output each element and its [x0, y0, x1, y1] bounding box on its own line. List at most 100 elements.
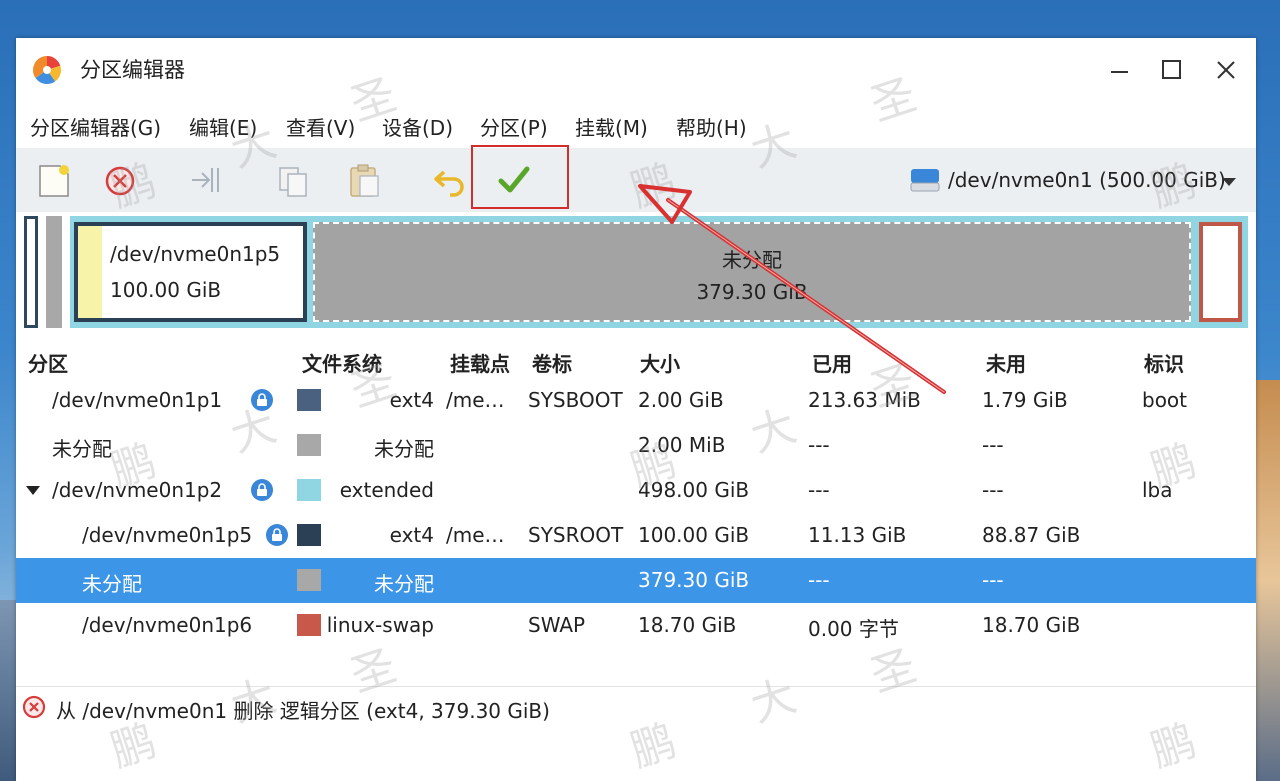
disk-map: /dev/nvme0n1p5 100.00 GiB 未分配 379.30 GiB [16, 212, 1256, 338]
unused: 88.87 GiB [982, 523, 1081, 547]
toolbar: /dev/nvme0n1 (500.00 GiB) [16, 148, 1256, 212]
delete-operation-icon [22, 695, 46, 723]
table-row[interactable]: 未分配 未分配 2.00 MiB --- --- [16, 423, 1256, 468]
unused: 18.70 GiB [982, 613, 1081, 637]
partition-name: 未分配 [52, 437, 112, 461]
filesystem: 未分配 [374, 437, 434, 461]
undo-icon [434, 170, 464, 197]
column-header-used[interactable]: 已用 [812, 348, 852, 377]
used: 213.63 MiB [808, 388, 921, 412]
maximize-button[interactable] [1158, 56, 1186, 84]
partition-table: 分区 文件系统 挂载点 卷标 大小 已用 未用 标识 /dev/nvme0n1p… [16, 338, 1256, 678]
partition-name: 未分配 [82, 572, 142, 596]
table-row[interactable]: /dev/nvme0n1p2 extended 498.00 GiB --- -… [16, 468, 1256, 513]
close-button[interactable] [1212, 56, 1240, 84]
menu-gparted[interactable]: 分区编辑器(G) [30, 112, 161, 141]
apply-highlight-box [471, 145, 569, 209]
filesystem-color-swatch [297, 569, 321, 591]
partition-name: /dev/nvme0n1p6 [82, 613, 253, 637]
unused: --- [982, 478, 1004, 502]
column-header-size[interactable]: 大小 [640, 348, 680, 377]
filesystem-color-swatch [297, 524, 321, 546]
window-title: 分区编辑器 [80, 58, 185, 82]
size: 18.70 GiB [638, 613, 737, 637]
diskmap-unallocated[interactable]: 未分配 379.30 GiB [313, 222, 1191, 322]
size: 379.30 GiB [638, 568, 750, 592]
diskmap-p5[interactable]: /dev/nvme0n1p5 100.00 GiB [74, 222, 307, 322]
undo-button[interactable] [430, 160, 470, 200]
menu-help[interactable]: 帮助(H) [676, 112, 747, 141]
unused: 1.79 GiB [982, 388, 1068, 412]
paste-button[interactable] [344, 160, 384, 200]
diskmap-p5-size: 100.00 GiB [110, 278, 222, 302]
title-bar: 分区编辑器 [16, 38, 1256, 100]
filesystem: 未分配 [374, 572, 434, 596]
menu-view[interactable]: 查看(V) [286, 112, 355, 141]
volume-label: SWAP [528, 613, 586, 637]
app-logo-icon [32, 55, 62, 85]
menu-partition[interactable]: 分区(P) [480, 112, 548, 141]
column-header-mountpoint[interactable]: 挂载点 [450, 348, 510, 377]
flags: boot [1142, 388, 1188, 412]
table-row[interactable]: /dev/nvme0n1p1 ext4 /me… SYSBOOT 2.00 Gi… [16, 378, 1256, 423]
used: 11.13 GiB [808, 523, 907, 547]
used: --- [808, 568, 830, 592]
menu-edit[interactable]: 编辑(E) [189, 112, 257, 141]
new-icon [39, 165, 69, 197]
diskmap-p5-name: /dev/nvme0n1p5 [110, 242, 281, 266]
resize-move-button[interactable] [186, 160, 226, 200]
diskmap-unallocated-name: 未分配 [722, 248, 782, 272]
expander-down-icon[interactable] [26, 486, 40, 495]
pending-operations: 从 /dev/nvme0n1 删除 逻辑分区 (ext4, 379.30 GiB… [16, 686, 1256, 727]
unused: --- [982, 433, 1004, 457]
disk-icon [910, 166, 940, 198]
copy-button[interactable] [274, 160, 314, 200]
paste-icon [350, 164, 379, 197]
filesystem: linux-swap [326, 613, 434, 637]
filesystem-color-swatch [297, 434, 321, 456]
menu-bar: 分区编辑器(G) 编辑(E) 查看(V) 设备(D) 分区(P) 挂载(M) 帮… [16, 100, 1256, 148]
column-header-unused[interactable]: 未用 [986, 348, 1026, 377]
column-header-label[interactable]: 卷标 [532, 348, 572, 377]
volume-label: SYSBOOT [528, 388, 623, 412]
filesystem: extended [339, 478, 434, 502]
menu-mount[interactable]: 挂载(M) [575, 112, 648, 141]
filesystem-color-swatch [297, 389, 321, 411]
table-row-selected[interactable]: 未分配 未分配 379.30 GiB --- --- [16, 558, 1256, 603]
partition-name: /dev/nvme0n1p2 [52, 478, 223, 502]
size: 2.00 GiB [638, 388, 724, 412]
used: 0.00 字节 [808, 617, 899, 641]
delete-partition-button[interactable] [100, 160, 140, 200]
device-selector[interactable]: /dev/nvme0n1 (500.00 GiB) [910, 160, 1240, 200]
new-partition-button[interactable] [34, 160, 74, 200]
lock-icon [250, 388, 274, 412]
unused: --- [982, 568, 1004, 592]
lock-icon [250, 478, 274, 502]
lock-icon [265, 523, 289, 547]
diskmap-p1[interactable] [24, 216, 38, 328]
diskmap-unallocated-small[interactable] [46, 216, 62, 328]
minimize-button[interactable] [1106, 56, 1134, 84]
mount-point: /me… [446, 388, 505, 412]
device-name: /dev/nvme0n1 (500.00 GiB) [948, 168, 1226, 192]
filesystem-color-swatch [297, 614, 321, 636]
table-row[interactable]: /dev/nvme0n1p5 ext4 /me… SYSROOT 100.00 … [16, 513, 1256, 558]
menu-device[interactable]: 设备(D) [382, 112, 453, 141]
table-row[interactable]: /dev/nvme0n1p6 linux-swap SWAP 18.70 GiB… [16, 603, 1256, 648]
filesystem: ext4 [389, 388, 434, 412]
operation-text[interactable]: 从 /dev/nvme0n1 删除 逻辑分区 (ext4, 379.30 GiB… [56, 695, 550, 724]
filesystem: ext4 [389, 523, 434, 547]
column-header-flags[interactable]: 标识 [1144, 348, 1184, 377]
partition-name: /dev/nvme0n1p1 [52, 388, 223, 412]
filesystem-color-swatch [297, 479, 321, 501]
diskmap-unallocated-size: 379.30 GiB [696, 280, 808, 304]
diskmap-swap[interactable] [1199, 222, 1242, 322]
column-header-partition[interactable]: 分区 [28, 348, 68, 377]
desktop-background-left [0, 600, 16, 781]
gparted-window: 分区编辑器 分区编辑器(G) 编辑(E) 查看(V) 设备(D) 分区(P) 挂… [16, 38, 1256, 781]
chevron-down-icon [1222, 178, 1236, 186]
partition-name: /dev/nvme0n1p5 [82, 523, 253, 547]
column-header-filesystem[interactable]: 文件系统 [302, 348, 382, 377]
mount-point: /me… [446, 523, 505, 547]
size: 498.00 GiB [638, 478, 750, 502]
